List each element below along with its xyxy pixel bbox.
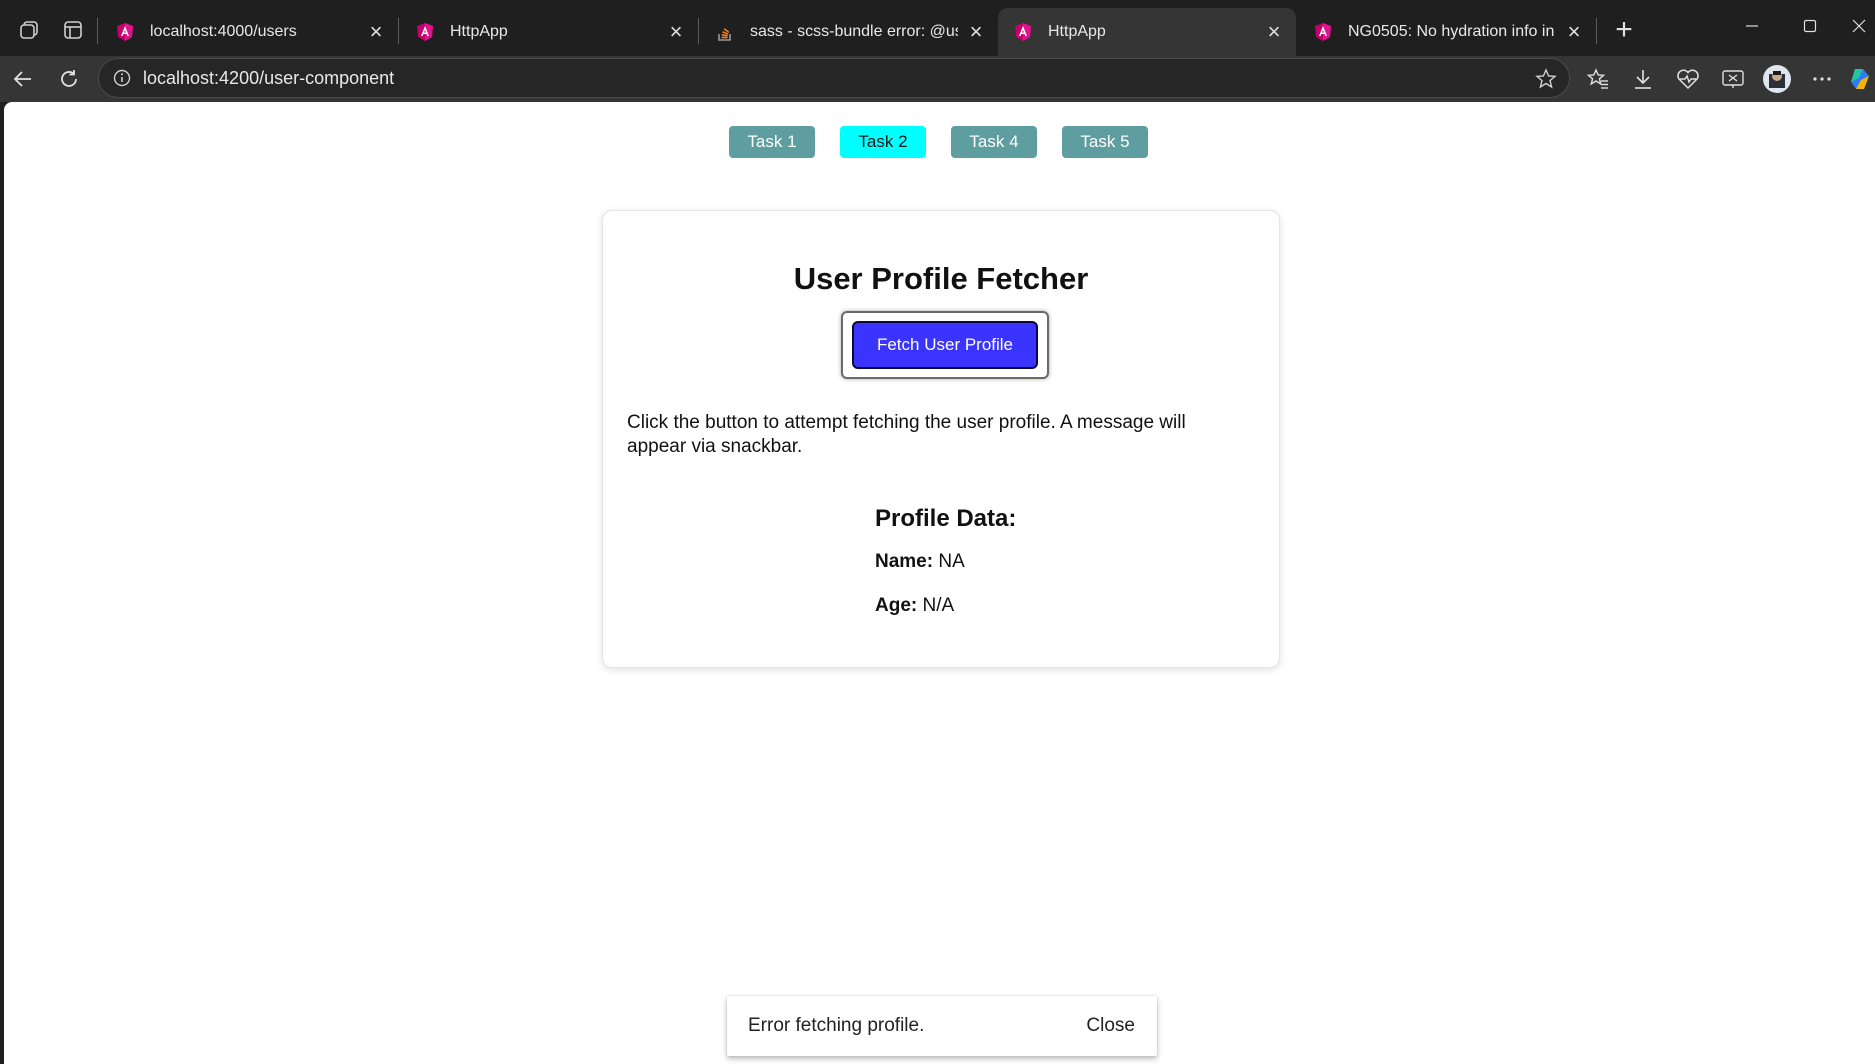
back-arrow-icon[interactable] <box>4 60 42 98</box>
avatar[interactable] <box>1758 60 1796 98</box>
download-icon[interactable] <box>1624 60 1662 98</box>
more-options-icon[interactable] <box>1803 60 1841 98</box>
close-icon[interactable]: × <box>664 19 688 44</box>
card-description: Click the button to attempt fetching the… <box>627 412 1186 457</box>
age-value: N/A <box>922 595 955 616</box>
stackoverflow-icon <box>714 21 736 43</box>
name-value: NA <box>938 551 965 572</box>
tab-title: NG0505: No hydration info in serv <box>1348 23 1556 40</box>
nav-task-2-button[interactable]: Task 2 <box>840 126 926 158</box>
tab-title: HttpApp <box>1048 23 1106 40</box>
close-icon[interactable]: × <box>1262 19 1286 44</box>
screenshot-icon[interactable] <box>1714 60 1752 98</box>
tab-localhost-users[interactable]: localhost:4000/users × <box>100 8 398 56</box>
name-label: Name: <box>875 551 934 572</box>
profile-age-row: Age: N/A <box>875 595 1215 617</box>
browser-toolbar: localhost:4200/user-component <box>0 56 1875 102</box>
nav-task-1-button[interactable]: Task 1 <box>729 126 815 158</box>
profile-name-row: Name: NA <box>875 551 1215 573</box>
profile-data-section: Profile Data: Name: NA Age: N/A <box>875 505 1215 639</box>
tab-separator <box>398 18 399 44</box>
tab-ng0505[interactable]: NG0505: No hydration info in serv × <box>1298 8 1596 56</box>
favorite-star-icon[interactable] <box>1533 66 1559 92</box>
tab-title: localhost:4000/users <box>150 23 297 40</box>
snackbar: Error fetching profile. Close <box>727 996 1157 1056</box>
tab-sass-stackoverflow[interactable]: sass - scss-bundle error: @use rul × <box>700 8 998 56</box>
copilot-icon[interactable] <box>1845 60 1875 98</box>
address-url: localhost:4200/user-component <box>143 68 395 88</box>
refresh-icon[interactable] <box>50 60 88 98</box>
age-label: Age: <box>875 595 918 616</box>
tab-title: HttpApp <box>450 23 508 40</box>
fetch-user-profile-button[interactable]: Fetch User Profile <box>852 321 1038 369</box>
workspaces-icon[interactable] <box>11 12 47 48</box>
user-profile-card: User Profile Fetcher Fetch User Profile … <box>602 210 1280 668</box>
address-bar[interactable]: localhost:4200/user-component <box>98 58 1570 98</box>
fetch-button-focus-ring: Fetch User Profile <box>841 311 1049 379</box>
angular-icon <box>114 21 136 43</box>
new-tab-plus-icon[interactable]: + <box>1606 12 1642 48</box>
angular-icon <box>1012 21 1034 43</box>
tab-separator <box>97 18 98 44</box>
angular-icon <box>1312 21 1334 43</box>
maximize-icon[interactable] <box>1785 8 1835 44</box>
close-icon[interactable]: × <box>1562 19 1586 44</box>
close-icon[interactable]: × <box>964 19 988 44</box>
site-info-icon[interactable] <box>111 67 133 89</box>
profile-heading: Profile Data: <box>875 505 1017 532</box>
browser-essentials-icon[interactable] <box>1669 60 1707 98</box>
tab-separator <box>1596 18 1597 44</box>
minimize-icon[interactable] <box>1727 8 1777 44</box>
angular-icon <box>414 21 436 43</box>
snackbar-message: Error fetching profile. <box>748 1015 925 1036</box>
snackbar-close-button[interactable]: Close <box>1078 1008 1143 1044</box>
close-icon[interactable]: × <box>364 19 388 44</box>
tab-httpapp-active[interactable]: HttpApp × <box>998 8 1296 56</box>
task-nav: Task 1 Task 2 Task 4 Task 5 <box>4 126 1875 158</box>
nav-task-5-button[interactable]: Task 5 <box>1062 126 1148 158</box>
tab-httpapp-1[interactable]: HttpApp × <box>400 8 698 56</box>
tab-separator <box>698 18 699 44</box>
tab-title: sass - scss-bundle error: @use rul <box>750 23 958 40</box>
window-close-icon[interactable] <box>1843 8 1875 44</box>
favorites-icon[interactable] <box>1579 60 1617 98</box>
nav-task-4-button[interactable]: Task 4 <box>951 126 1037 158</box>
browser-tab-strip: localhost:4000/users × HttpApp × sass - … <box>0 0 1875 56</box>
card-title: User Profile Fetcher <box>793 261 1089 296</box>
page-viewport: Task 1 Task 2 Task 4 Task 5 User Profile… <box>4 102 1875 1064</box>
tab-actions-icon[interactable] <box>55 12 91 48</box>
